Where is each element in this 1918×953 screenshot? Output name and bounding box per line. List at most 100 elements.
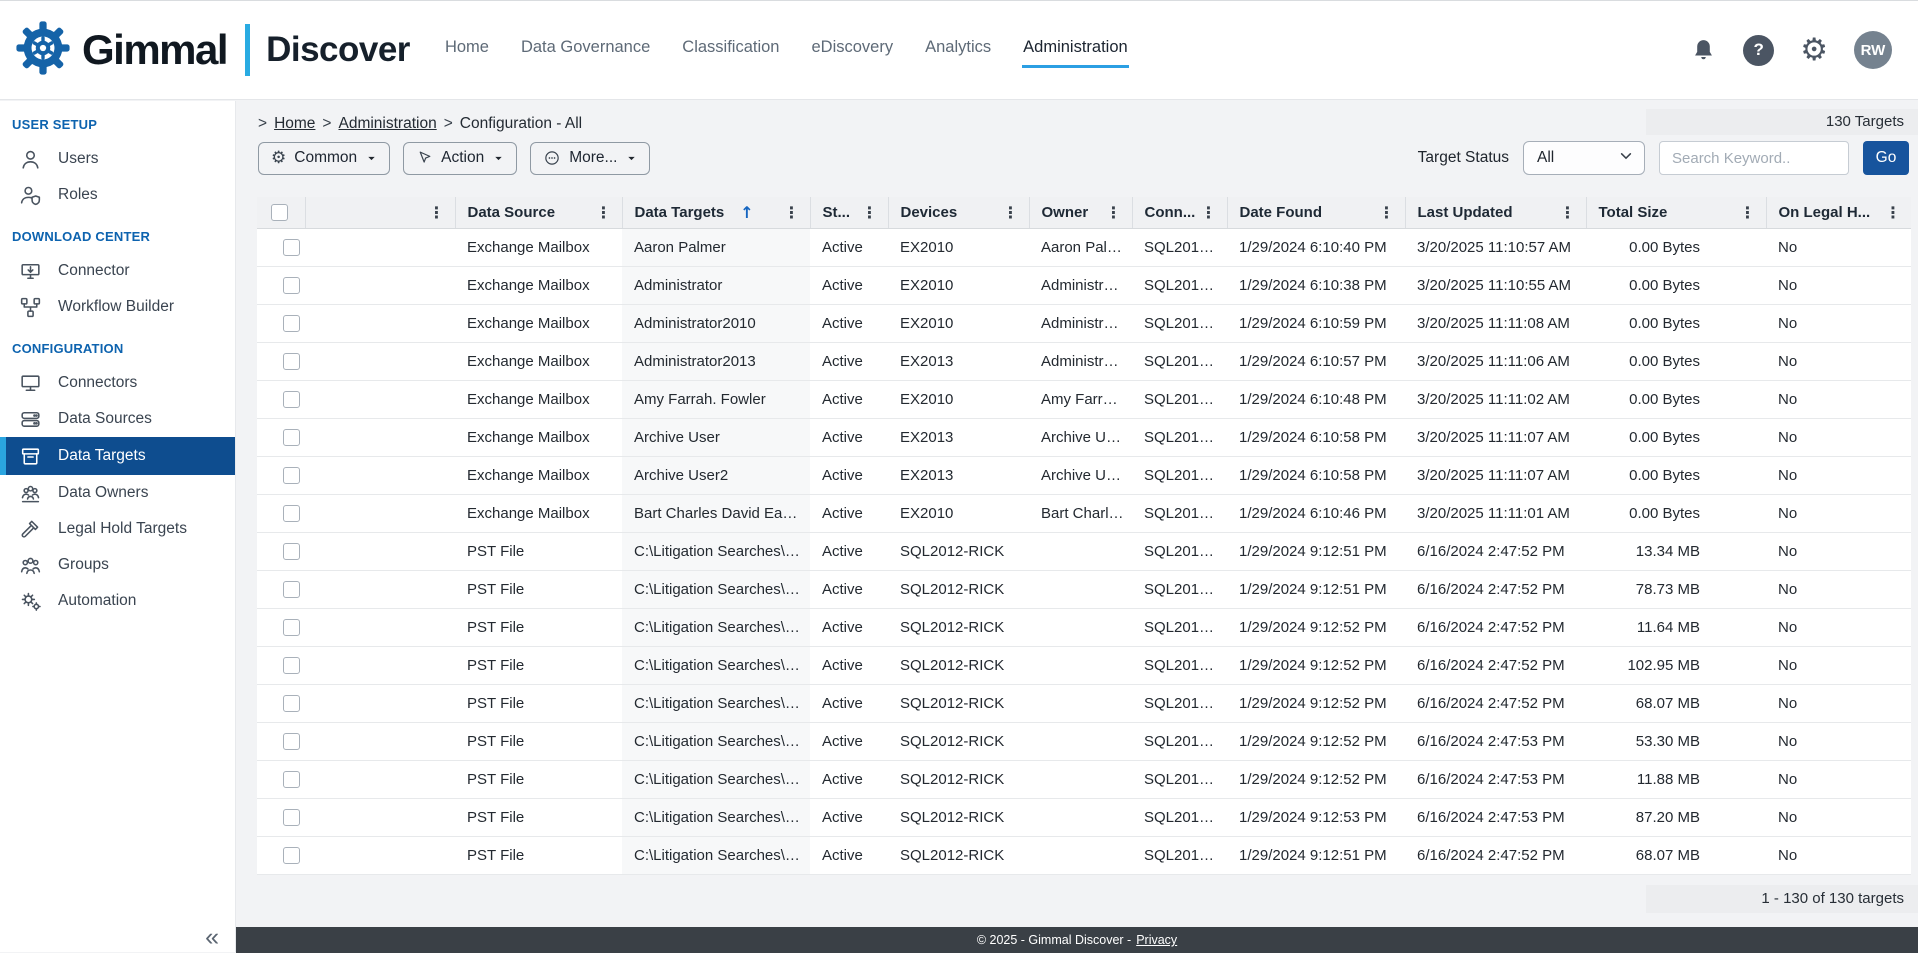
column-label: Last Updated	[1418, 204, 1513, 221]
column-menu-icon[interactable]: ⋮	[1379, 203, 1395, 222]
more-button[interactable]: More...	[530, 142, 650, 175]
cell-last_updated: 6/16/2024 2:47:52 PM	[1405, 570, 1586, 608]
common-button[interactable]: ⚙Common	[258, 142, 390, 175]
go-button[interactable]: Go	[1863, 141, 1909, 175]
row-checkbox[interactable]	[283, 695, 300, 712]
column-menu-icon[interactable]: ⋮	[1201, 203, 1217, 222]
row-checkbox[interactable]	[283, 543, 300, 560]
table-row[interactable]: Exchange MailboxAmy Farrah. FowlerActive…	[257, 380, 1911, 418]
notifications-bell-icon[interactable]	[1690, 37, 1717, 64]
sidebar-item-automation[interactable]: Automation	[0, 583, 235, 619]
table-row[interactable]: Exchange MailboxBart Charles David Earl …	[257, 494, 1911, 532]
row-checkbox[interactable]	[283, 239, 300, 256]
sidebar-item-data-targets[interactable]: Data Targets	[0, 437, 235, 475]
row-checkbox[interactable]	[283, 809, 300, 826]
roles-icon	[17, 182, 43, 208]
row-checkbox[interactable]	[283, 657, 300, 674]
sidebar-item-data-sources[interactable]: Data Sources	[0, 401, 235, 437]
action-button[interactable]: Action	[403, 142, 517, 175]
row-checkbox[interactable]	[283, 353, 300, 370]
column-menu-icon[interactable]: ⋮	[596, 203, 612, 222]
sidebar-item-roles[interactable]: Roles	[0, 177, 235, 213]
column-menu-icon[interactable]: ⋮	[1106, 203, 1122, 222]
cell-on_legal_hold: No	[1766, 608, 1911, 646]
sidebar-collapse-icon[interactable]: «	[205, 925, 219, 950]
cell-connection: SQL2012-RI...	[1132, 494, 1227, 532]
column-header-total_size[interactable]: Total Size⋮	[1586, 197, 1766, 228]
nav-item-administration[interactable]: Administration	[1022, 32, 1129, 68]
row-checkbox[interactable]	[283, 619, 300, 636]
row-checkbox[interactable]	[283, 733, 300, 750]
cell-connection: SQL2012-RI...	[1132, 532, 1227, 570]
table-row[interactable]: PST FileC:\Litigation Searches\Enr...Act…	[257, 646, 1911, 684]
cell-on_legal_hold: No	[1766, 266, 1911, 304]
column-menu-icon[interactable]: ⋮	[1003, 203, 1019, 222]
row-checkbox[interactable]	[283, 771, 300, 788]
table-row[interactable]: Exchange MailboxAaron PalmerActiveEX2010…	[257, 228, 1911, 266]
row-checkbox[interactable]	[283, 847, 300, 864]
column-header-connection[interactable]: Conn...⋮	[1132, 197, 1227, 228]
help-icon[interactable]: ?	[1743, 35, 1774, 66]
column-header-on_legal_hold[interactable]: On Legal H...⋮	[1766, 197, 1911, 228]
cell-date_found: 1/29/2024 9:12:52 PM	[1227, 684, 1405, 722]
search-input[interactable]	[1659, 141, 1849, 175]
column-header-blank[interactable]: ⋮	[305, 197, 455, 228]
column-header-date_found[interactable]: Date Found⋮	[1227, 197, 1405, 228]
user-avatar[interactable]: RW	[1854, 31, 1892, 69]
table-row[interactable]: Exchange MailboxAdministratorActiveEX201…	[257, 266, 1911, 304]
table-row[interactable]: Exchange MailboxAdministrator2013ActiveE…	[257, 342, 1911, 380]
column-header-data_source[interactable]: Data Source⋮	[455, 197, 622, 228]
row-checkbox[interactable]	[283, 505, 300, 522]
column-menu-icon[interactable]: ⋮	[862, 203, 878, 222]
column-menu-icon[interactable]: ⋮	[1740, 203, 1756, 222]
row-checkbox[interactable]	[283, 429, 300, 446]
table-row[interactable]: PST FileC:\Litigation Searches\Enr...Act…	[257, 532, 1911, 570]
column-menu-icon[interactable]: ⋮	[1560, 203, 1576, 222]
select-all-checkbox[interactable]	[271, 204, 288, 221]
table-row[interactable]: PST FileC:\Litigation Searches\Enr...Act…	[257, 760, 1911, 798]
sidebar-section-title-user-setup: USER SETUP	[0, 101, 235, 141]
cell-connection: SQL2012-RI...	[1132, 418, 1227, 456]
table-row[interactable]: PST FileC:\Litigation Searches\Enr...Act…	[257, 570, 1911, 608]
nav-item-classification[interactable]: Classification	[681, 32, 780, 68]
sidebar-item-groups[interactable]: Groups	[0, 547, 235, 583]
sidebar-item-legal-hold-targets[interactable]: Legal Hold Targets	[0, 511, 235, 547]
nav-item-home[interactable]: Home	[444, 32, 490, 68]
sidebar-item-users[interactable]: Users	[0, 141, 235, 177]
column-menu-icon[interactable]: ⋮	[429, 203, 445, 222]
column-header-status[interactable]: St...⋮	[810, 197, 888, 228]
row-checkbox[interactable]	[283, 581, 300, 598]
row-checkbox[interactable]	[283, 277, 300, 294]
column-menu-icon[interactable]: ⋮	[784, 203, 800, 222]
table-row[interactable]: Exchange MailboxArchive User2ActiveEX201…	[257, 456, 1911, 494]
table-row[interactable]: PST FileC:\Litigation Searches\Div...Act…	[257, 836, 1911, 874]
breadcrumb: >Home>Administration>Configuration - All	[258, 115, 582, 133]
nav-item-ediscovery[interactable]: eDiscovery	[811, 32, 895, 68]
privacy-link[interactable]: Privacy	[1136, 933, 1177, 947]
nav-item-data-governance[interactable]: Data Governance	[520, 32, 651, 68]
table-row[interactable]: PST FileC:\Litigation Searches\Enr...Act…	[257, 684, 1911, 722]
table-row[interactable]: Exchange MailboxArchive UserActiveEX2013…	[257, 418, 1911, 456]
table-row[interactable]: PST FileC:\Litigation Searches\Enr...Act…	[257, 608, 1911, 646]
nav-item-analytics[interactable]: Analytics	[924, 32, 992, 68]
column-header-last_updated[interactable]: Last Updated ⋮	[1405, 197, 1586, 228]
column-menu-icon[interactable]: ⋮	[1885, 203, 1901, 222]
row-checkbox[interactable]	[283, 315, 300, 332]
column-header-devices[interactable]: Devices⋮	[888, 197, 1029, 228]
sidebar-item-connector[interactable]: Connector	[0, 253, 235, 289]
row-checkbox[interactable]	[283, 467, 300, 484]
breadcrumb-administration[interactable]: Administration	[338, 115, 436, 133]
table-row[interactable]: PST FileC:\Litigation Searches\Enr...Act…	[257, 798, 1911, 836]
table-row[interactable]: Exchange MailboxAdministrator2010ActiveE…	[257, 304, 1911, 342]
table-row[interactable]: PST FileC:\Litigation Searches\Enr...Act…	[257, 722, 1911, 760]
settings-gear-icon[interactable]: ⚙	[1800, 35, 1828, 66]
cell-data_targets: C:\Litigation Searches\Enr...	[622, 684, 810, 722]
breadcrumb-home[interactable]: Home	[274, 115, 315, 133]
column-header-owner[interactable]: Owner⋮	[1029, 197, 1132, 228]
sidebar-item-workflow-builder[interactable]: Workflow Builder	[0, 289, 235, 325]
sidebar-item-data-owners[interactable]: Data Owners	[0, 475, 235, 511]
target-status-select[interactable]: All	[1523, 141, 1645, 175]
sidebar-item-connectors[interactable]: Connectors	[0, 365, 235, 401]
column-header-data_targets[interactable]: Data Targets↑⋮	[622, 197, 810, 228]
row-checkbox[interactable]	[283, 391, 300, 408]
